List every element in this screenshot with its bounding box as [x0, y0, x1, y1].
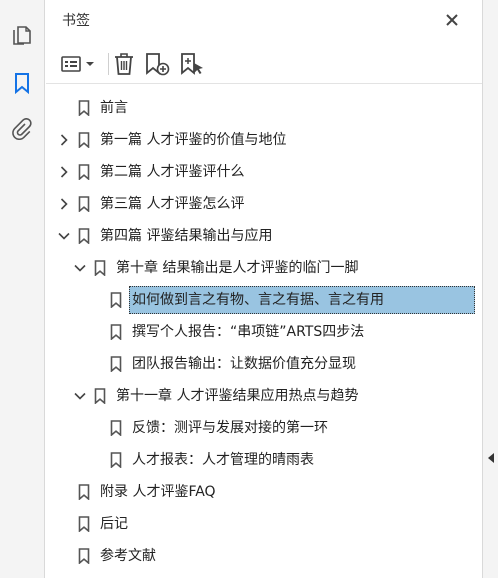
bookmark-row[interactable]: 第十章 结果输出是人才评鉴的临门一脚 [46, 252, 482, 284]
bookmark-row[interactable]: 第十一章 人才评鉴结果应用热点与趋势 [46, 380, 482, 412]
bookmarks-panel: 书签 前言 第一篇 人才评鉴的价值与地位 第二篇 人才评鉴评什么 第三篇 人才评… [46, 0, 482, 578]
bookmark-item-icon [78, 100, 90, 116]
bookmarks-toolbar [46, 44, 482, 84]
bookmark-label: 后记 [100, 516, 128, 532]
bookmark-label: 前言 [100, 100, 128, 116]
bookmark-label: 附录 人才评鉴FAQ [100, 484, 216, 500]
bookmark-item-icon [94, 388, 106, 404]
panel-resize-strip[interactable] [482, 0, 498, 578]
toolbar-divider [108, 53, 109, 75]
chevron-right-icon[interactable] [58, 198, 70, 210]
bookmark-row[interactable]: 人才报表：人才管理的晴雨表 [46, 444, 482, 476]
bookmark-item-icon [78, 132, 90, 148]
bookmark-item-icon [78, 228, 90, 244]
attachment-icon[interactable] [9, 116, 35, 142]
bookmark-row[interactable]: 后记 [46, 508, 482, 540]
pages-icon[interactable] [9, 22, 35, 48]
bookmark-label: 第十一章 人才评鉴结果应用热点与趋势 [116, 388, 359, 404]
navigation-rail [0, 0, 45, 578]
chevron-right-icon[interactable] [58, 166, 70, 178]
bookmark-from-selection-icon[interactable] [180, 52, 206, 76]
bookmark-row[interactable]: 第二篇 人才评鉴评什么 [46, 156, 482, 188]
bookmark-row[interactable]: 前言 [46, 92, 482, 124]
bookmark-item-icon [110, 324, 122, 340]
bookmark-row[interactable]: 反馈：测评与发展对接的第一环 [46, 412, 482, 444]
delete-icon[interactable] [112, 52, 136, 76]
bookmark-label: 反馈：测评与发展对接的第一环 [132, 420, 328, 436]
bookmark-row[interactable]: 参考文献 [46, 540, 482, 572]
bookmark-label: 第十章 结果输出是人才评鉴的临门一脚 [116, 260, 359, 276]
bookmark-item-icon [110, 452, 122, 468]
chevron-right-icon[interactable] [58, 134, 70, 146]
new-bookmark-icon[interactable] [145, 52, 171, 76]
bookmark-row[interactable]: 撰写个人报告：“串项链”ARTS四步法 [46, 316, 482, 348]
panel-title: 书签 [62, 13, 90, 29]
bookmarks-window: 书签 前言 第一篇 人才评鉴的价值与地位 第二篇 人才评鉴评什么 第三篇 人才评… [0, 0, 498, 578]
bookmark-row[interactable]: 附录 人才评鉴FAQ [46, 476, 482, 508]
bookmark-item-icon [110, 356, 122, 372]
bookmark-item-icon [110, 420, 122, 436]
bookmark-item-icon [94, 260, 106, 276]
options-menu-icon[interactable] [60, 52, 96, 76]
chevron-down-icon[interactable] [58, 230, 70, 242]
bookmark-label: 第一篇 人才评鉴的价值与地位 [100, 132, 287, 148]
bookmark-label: 撰写个人报告：“串项链”ARTS四步法 [132, 324, 365, 340]
bookmark-label: 团队报告输出：让数据价值充分显现 [132, 356, 356, 372]
bookmark-row[interactable]: 团队报告输出：让数据价值充分显现 [46, 348, 482, 380]
bookmark-item-icon [78, 196, 90, 212]
collapse-arrow-icon[interactable] [487, 453, 495, 463]
bookmark-item-icon [78, 548, 90, 564]
bookmark-row[interactable]: 第四篇 评鉴结果输出与应用 [46, 220, 482, 252]
bookmark-label: 如何做到言之有物、言之有据、言之有用 [132, 292, 384, 308]
chevron-down-icon[interactable] [74, 390, 86, 402]
chevron-down-icon[interactable] [74, 262, 86, 274]
bookmark-item-icon [110, 292, 122, 308]
bookmark-item-icon [78, 516, 90, 532]
bookmark-item-icon [78, 164, 90, 180]
bookmark-label: 人才报表：人才管理的晴雨表 [132, 452, 314, 468]
bookmark-label: 第三篇 人才评鉴怎么评 [100, 196, 245, 212]
bookmark-icon[interactable] [9, 70, 35, 96]
bookmark-label: 第四篇 评鉴结果输出与应用 [100, 228, 273, 244]
bookmark-row[interactable]: 第一篇 人才评鉴的价值与地位 [46, 124, 482, 156]
bookmark-row[interactable]: 如何做到言之有物、言之有据、言之有用 [46, 284, 482, 316]
bookmark-label: 第二篇 人才评鉴评什么 [100, 164, 245, 180]
close-icon[interactable] [442, 10, 462, 30]
bookmark-row[interactable]: 第三篇 人才评鉴怎么评 [46, 188, 482, 220]
bookmark-label: 参考文献 [100, 548, 156, 564]
bookmark-item-icon [78, 484, 90, 500]
